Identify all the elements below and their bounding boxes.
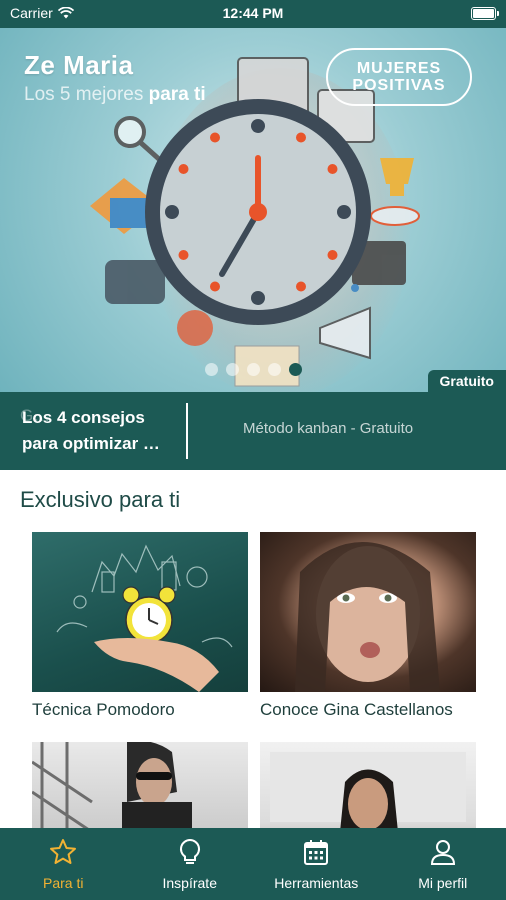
star-icon — [50, 839, 77, 864]
tab-label: Inspírate — [162, 875, 217, 891]
card-image-gina — [260, 532, 476, 692]
card-image-portrait-3 — [32, 742, 248, 828]
pomodoro-illustration — [56, 544, 233, 692]
card-image-pomodoro — [32, 532, 248, 692]
logo-line-1: MUJERES — [356, 60, 442, 77]
tab-inspirate[interactable]: Inspírate — [127, 828, 254, 900]
tab-mi-perfil[interactable]: Mi perfil — [380, 828, 506, 900]
featured-strip: G… Los 4 consejos para optimizar … Métod… — [0, 392, 506, 470]
carousel-dot[interactable] — [246, 363, 260, 376]
carousel-dot[interactable] — [204, 363, 218, 376]
tab-para-ti[interactable]: Para ti — [0, 828, 127, 900]
clock-illustration — [145, 99, 371, 325]
status-time: 12:44 PM — [222, 5, 284, 21]
carousel-dot-active[interactable] — [288, 363, 302, 376]
card-portrait-3[interactable] — [32, 742, 248, 828]
hero-subtitle-bold: para ti — [148, 84, 206, 105]
card-label-gina: Conoce Gina Castellanos — [260, 700, 453, 719]
sunglasses-portrait — [32, 742, 192, 828]
hero-title: Ze Maria — [24, 50, 134, 80]
hero-subtitle: Los 5 mejores para ti — [24, 84, 206, 106]
tab-label: Mi perfil — [418, 875, 468, 891]
featured-item-consejos[interactable]: Los 4 consejos para optimizar … — [22, 405, 178, 457]
section-title: Exclusivo para ti — [20, 487, 181, 512]
battery-icon — [471, 7, 499, 20]
tab-label: Para ti — [43, 875, 84, 891]
carousel-dot[interactable] — [267, 363, 281, 376]
calendar-icon — [304, 840, 329, 865]
carousel-dot[interactable] — [225, 363, 239, 376]
tab-label: Herramientas — [274, 875, 359, 891]
woman-portrait — [270, 752, 466, 828]
card-label-pomodoro: Técnica Pomodoro — [32, 700, 175, 719]
hero-banner[interactable]: Ze Maria Los 5 mejores para ti MUJERES P… — [0, 28, 506, 392]
featured-item-kanban[interactable]: Método kanban - Gratuito — [243, 420, 413, 437]
gina-portrait — [295, 542, 440, 692]
status-bar: Carrier 12:44 PM — [0, 0, 506, 28]
person-icon — [430, 840, 455, 865]
card-portrait-4[interactable] — [260, 742, 476, 828]
mujeres-positivas-logo: MUJERES POSITIVAS — [326, 48, 472, 106]
lightbulb-icon — [179, 838, 200, 864]
free-badge: Gratuito — [427, 370, 506, 392]
logo-line-2: POSITIVAS — [352, 77, 446, 94]
tab-herramientas[interactable]: Herramientas — [253, 828, 380, 900]
card-pomodoro[interactable]: Técnica Pomodoro — [32, 532, 248, 727]
featured-divider — [186, 403, 188, 459]
card-image-portrait-4 — [260, 742, 476, 828]
hero-subtitle-light: Los 5 mejores — [24, 84, 144, 105]
card-gina[interactable]: Conoce Gina Castellanos — [260, 532, 476, 727]
bottom-tab-bar: Para ti Inspírate Herramientas Mi perfil — [0, 828, 506, 900]
